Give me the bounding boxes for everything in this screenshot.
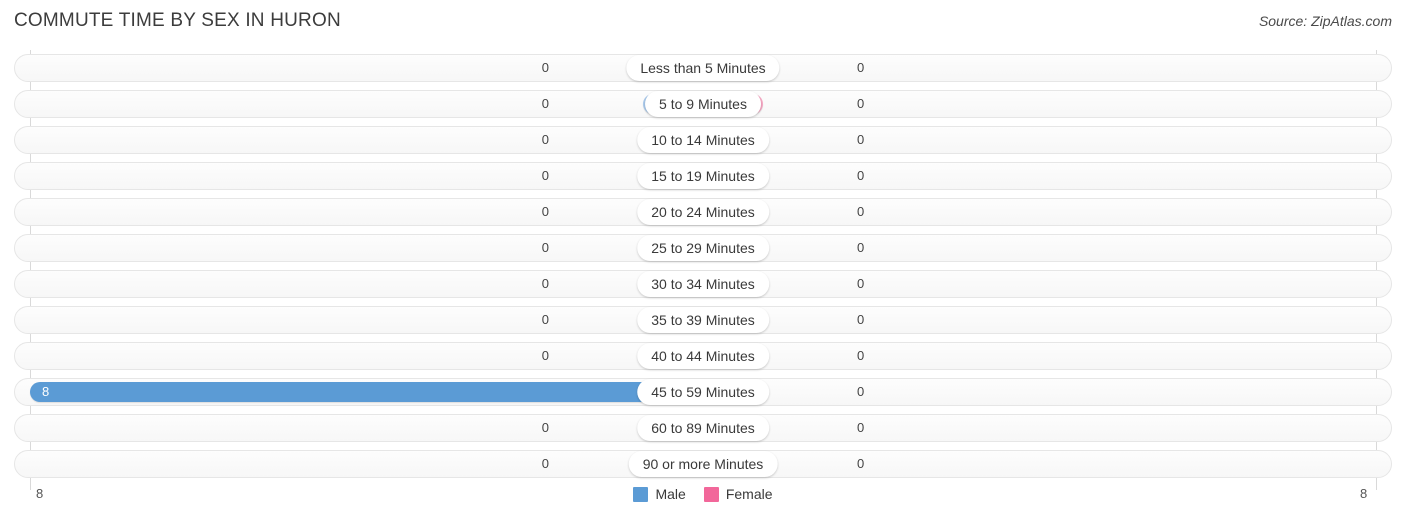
category-label: 10 to 14 Minutes xyxy=(637,127,769,153)
category-label: 5 to 9 Minutes xyxy=(645,91,761,117)
table-row[interactable]: 0 0 20 to 24 Minutes xyxy=(0,194,1406,230)
chart-legend: Male Female xyxy=(0,487,1406,502)
row-bars: 0 0 35 to 39 Minutes xyxy=(0,302,1406,338)
female-value-label: 0 xyxy=(857,420,865,435)
legend-label: Female xyxy=(725,486,773,502)
row-bars: 0 0 60 to 89 Minutes xyxy=(0,410,1406,446)
table-row[interactable]: 0 0 90 or more Minutes xyxy=(0,446,1406,482)
row-bars: 0 0 25 to 29 Minutes xyxy=(0,230,1406,266)
category-label: 40 to 44 Minutes xyxy=(637,343,769,369)
female-value-label: 0 xyxy=(857,276,865,291)
male-value-label: 0 xyxy=(541,96,549,111)
table-row[interactable]: 0 0 35 to 39 Minutes xyxy=(0,302,1406,338)
row-bars: 0 0 Less than 5 Minutes xyxy=(0,50,1406,86)
bar-rows: 0 0 Less than 5 Minutes 0 0 5 to 9 Minutes 0 0 1… xyxy=(0,50,1406,482)
category-label: 30 to 34 Minutes xyxy=(637,271,769,297)
male-value-label: 0 xyxy=(541,240,549,255)
category-label: 60 to 89 Minutes xyxy=(637,415,769,441)
category-label: Less than 5 Minutes xyxy=(626,55,780,81)
female-value-label: 0 xyxy=(857,384,865,399)
row-bars: 0 0 90 or more Minutes xyxy=(0,446,1406,482)
category-label: 20 to 24 Minutes xyxy=(637,199,769,225)
row-bars: 0 0 30 to 34 Minutes xyxy=(0,266,1406,302)
female-value-label: 0 xyxy=(857,168,865,183)
table-row[interactable]: 0 0 60 to 89 Minutes xyxy=(0,410,1406,446)
row-bars: 0 0 15 to 19 Minutes xyxy=(0,158,1406,194)
male-value-label: 0 xyxy=(541,60,549,75)
table-row[interactable]: 0 0 30 to 34 Minutes xyxy=(0,266,1406,302)
table-row[interactable]: 0 0 25 to 29 Minutes xyxy=(0,230,1406,266)
male-value-label: 0 xyxy=(541,456,549,471)
male-value-label: 0 xyxy=(541,276,549,291)
male-value-label: 0 xyxy=(541,420,549,435)
legend-swatch-icon xyxy=(703,487,719,502)
female-value-label: 0 xyxy=(857,312,865,327)
legend-item[interactable]: Male xyxy=(633,486,686,502)
legend-label: Male xyxy=(655,486,686,502)
row-bars: 0 0 5 to 9 Minutes xyxy=(0,86,1406,122)
male-value-label: 0 xyxy=(541,132,549,147)
category-label: 25 to 29 Minutes xyxy=(637,235,769,261)
row-bars: 0 0 10 to 14 Minutes xyxy=(0,122,1406,158)
table-row[interactable]: 8 0 45 to 59 Minutes xyxy=(0,374,1406,410)
female-value-label: 0 xyxy=(857,132,865,147)
category-label: 90 or more Minutes xyxy=(628,451,778,477)
female-value-label: 0 xyxy=(857,240,865,255)
male-value-label: 0 xyxy=(541,348,549,363)
legend-swatch-icon xyxy=(633,487,649,502)
male-value-label: 0 xyxy=(541,312,549,327)
male-value-label: 8 xyxy=(42,384,50,399)
table-row[interactable]: 0 0 Less than 5 Minutes xyxy=(0,50,1406,86)
category-label: 45 to 59 Minutes xyxy=(637,379,769,405)
row-bars: 0 0 40 to 44 Minutes xyxy=(0,338,1406,374)
page-title: COMMUTE TIME BY SEX IN HURON xyxy=(14,10,341,31)
female-value-label: 0 xyxy=(857,348,865,363)
female-value-label: 0 xyxy=(857,60,865,75)
row-bars: 0 0 20 to 24 Minutes xyxy=(0,194,1406,230)
table-row[interactable]: 0 0 10 to 14 Minutes xyxy=(0,122,1406,158)
female-value-label: 0 xyxy=(857,456,865,471)
male-bar[interactable]: 8 xyxy=(30,382,703,402)
legend-item[interactable]: Female xyxy=(703,486,773,502)
male-value-label: 0 xyxy=(541,168,549,183)
category-label: 35 to 39 Minutes xyxy=(637,307,769,333)
table-row[interactable]: 0 0 5 to 9 Minutes xyxy=(0,86,1406,122)
table-row[interactable]: 0 0 40 to 44 Minutes xyxy=(0,338,1406,374)
source-attribution: Source: ZipAtlas.com xyxy=(1258,13,1392,29)
row-bars: 8 0 45 to 59 Minutes xyxy=(0,374,1406,410)
female-value-label: 0 xyxy=(857,96,865,111)
category-label: 15 to 19 Minutes xyxy=(637,163,769,189)
table-row[interactable]: 0 0 15 to 19 Minutes xyxy=(0,158,1406,194)
commute-time-chart: COMMUTE TIME BY SEX IN HURON Source: Zip… xyxy=(0,0,1406,523)
plot-area: 0 0 Less than 5 Minutes 0 0 5 to 9 Minutes 0 0 1… xyxy=(0,50,1406,490)
male-value-label: 0 xyxy=(541,204,549,219)
female-value-label: 0 xyxy=(857,204,865,219)
